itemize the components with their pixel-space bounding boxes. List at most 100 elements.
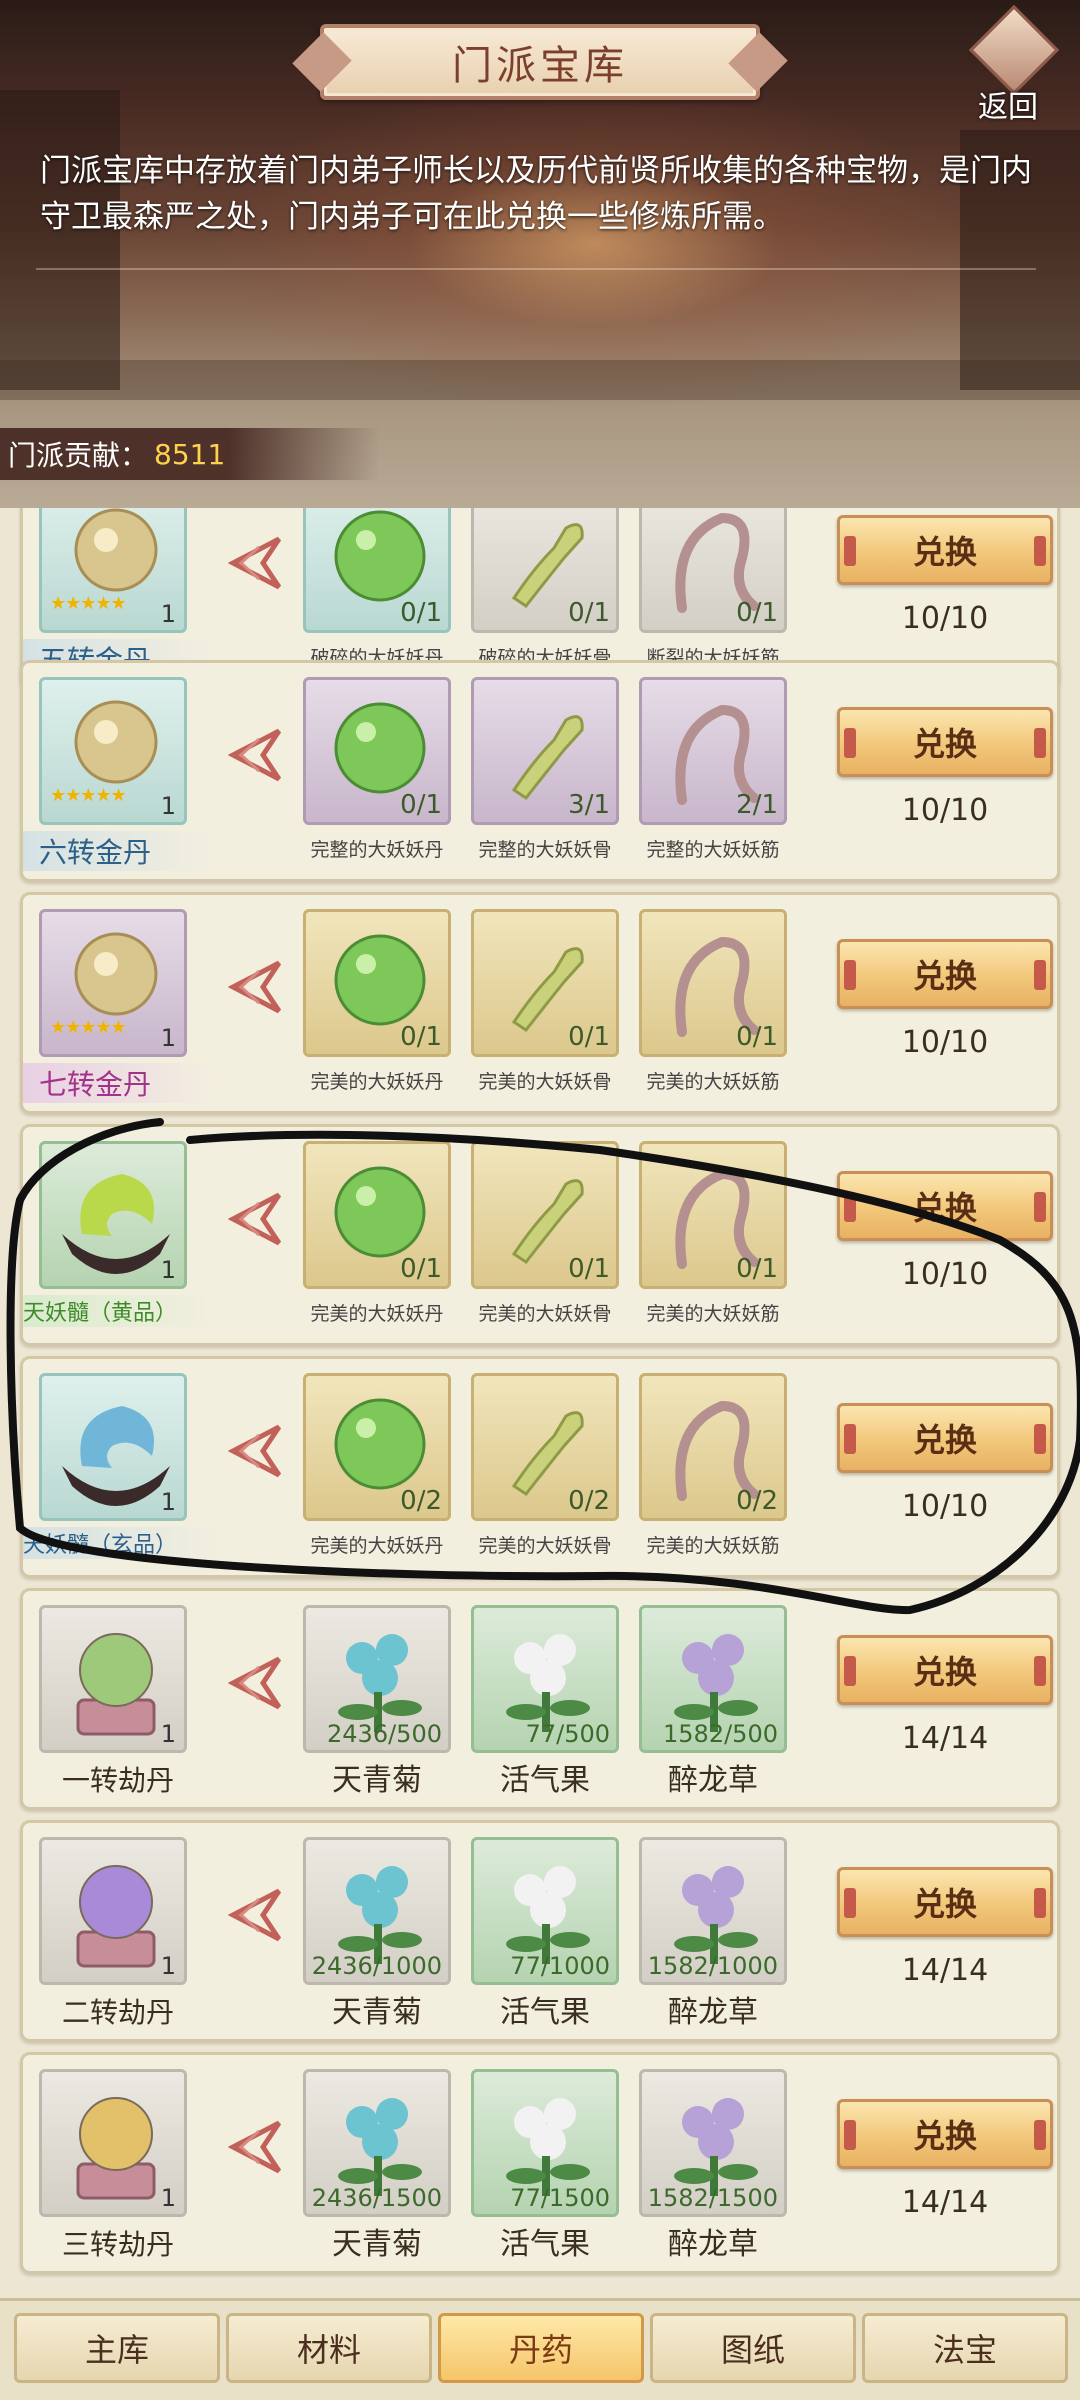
result-item-name: 二转劫丹 — [61, 1996, 174, 2029]
material-slot[interactable]: 1582/1000 — [639, 1837, 787, 1985]
material-slot[interactable]: 0/1 — [303, 508, 451, 633]
material-slot[interactable]: 2436/1000 — [303, 1837, 451, 1985]
exchange-limit: 14/14 — [901, 1953, 989, 1988]
material-slot[interactable]: 0/1 — [303, 677, 451, 825]
star-rating: ★★★★★ — [50, 593, 127, 614]
tab-materials[interactable]: 材料 — [226, 2313, 432, 2383]
material-slot[interactable]: 0/1 — [471, 508, 619, 633]
exchange-button[interactable]: 兑换 — [837, 1635, 1053, 1705]
floor-decor — [0, 360, 1080, 400]
result-count: 1 — [160, 1720, 176, 1748]
result-item-slot[interactable]: 1 — [39, 1837, 187, 1985]
material-name: 醉龙草 — [668, 1763, 758, 1798]
material-slot[interactable]: 1582/500 — [639, 1605, 787, 1753]
material-count: 2436/1500 — [311, 2184, 442, 2212]
result-count: 1 — [160, 1952, 176, 1980]
exchange-card: ★★★★★ 1 七转金丹 0/1 完美的大妖妖丹 0/1 完美的大妖妖骨 0/1 完美的大妖妖… — [20, 892, 1060, 1114]
material-name: 完美的大妖妖筋 — [646, 1303, 780, 1325]
material-slot[interactable]: 2436/500 — [303, 1605, 451, 1753]
material-slot[interactable]: 0/1 — [639, 909, 787, 1057]
divider — [36, 268, 1036, 270]
material-count: 0/1 — [568, 1254, 610, 1284]
exchange-button[interactable]: 兑换 — [837, 707, 1053, 777]
tab-main[interactable]: 主库 — [14, 2313, 220, 2383]
result-item-slot[interactable]: 1 — [39, 1141, 187, 1289]
result-count: 1 — [160, 792, 176, 820]
material-name: 完美的大妖妖筋 — [646, 1535, 780, 1557]
material-count: 0/1 — [400, 598, 442, 628]
result-item-slot[interactable]: 1 — [39, 1373, 187, 1521]
material-slot[interactable]: 77/1500 — [471, 2069, 619, 2217]
exchange-limit: 10/10 — [901, 793, 989, 828]
star-rating: ★★★★★ — [50, 1017, 127, 1038]
exchange-arrow-icon — [227, 1192, 282, 1246]
material-slot[interactable]: 77/1000 — [471, 1837, 619, 1985]
material-slot[interactable]: 0/1 — [471, 1141, 619, 1289]
material-slot[interactable]: 0/1 — [471, 909, 619, 1057]
material-slot[interactable]: 1582/1500 — [639, 2069, 787, 2217]
exchange-limit: 14/14 — [901, 2185, 989, 2220]
material-count: 2436/500 — [327, 1720, 442, 1748]
material-name: 完整的大妖妖丹 — [310, 839, 444, 861]
material-slot[interactable]: 3/1 — [471, 677, 619, 825]
material-count: 77/500 — [525, 1720, 610, 1748]
material-count: 0/2 — [400, 1486, 442, 1516]
material-slot[interactable]: 0/1 — [639, 1141, 787, 1289]
back-button[interactable]: 返回 — [960, 4, 1070, 125]
material-count: 0/1 — [568, 1022, 610, 1052]
bottom-tabbar: 主库 材料 丹药 图纸 法宝 — [0, 2298, 1080, 2400]
material-name: 完美的大妖妖丹 — [310, 1535, 444, 1557]
result-item-name: 一转劫丹 — [61, 1764, 174, 1797]
exchange-button[interactable]: 兑换 — [837, 939, 1053, 1009]
exchange-arrow-icon — [227, 2120, 282, 2174]
exchange-button[interactable]: 兑换 — [837, 1171, 1053, 1241]
exchange-button[interactable]: 兑换 — [837, 1403, 1053, 1473]
material-slot[interactable]: 2/1 — [639, 677, 787, 825]
result-count: 1 — [160, 1488, 176, 1516]
exchange-button[interactable]: 兑换 — [837, 515, 1053, 585]
star-rating: ★★★★★ — [50, 785, 127, 806]
material-slot[interactable]: 0/2 — [639, 1373, 787, 1521]
result-item-slot[interactable]: ★★★★★ 1 — [39, 909, 187, 1057]
exchange-button[interactable]: 兑换 — [837, 2099, 1053, 2169]
result-item-slot[interactable]: 1 — [39, 1605, 187, 1753]
result-item-slot[interactable]: 1 — [39, 2069, 187, 2217]
result-item-name: 三转劫丹 — [61, 2228, 174, 2261]
material-slot[interactable]: 0/1 — [639, 508, 787, 633]
material-slot[interactable]: 0/1 — [303, 909, 451, 1057]
exchange-list[interactable]: ★★★★★1五转金丹 0/1破碎的大妖妖丹0/1破碎的大妖妖骨0/1断裂的大妖妖… — [0, 508, 1080, 2298]
material-name: 活气果 — [500, 1763, 590, 1798]
result-item-slot[interactable]: ★★★★★ 1 — [39, 677, 187, 825]
tab-pills[interactable]: 丹药 — [438, 2313, 644, 2383]
contribution-value: 8511 — [154, 437, 226, 471]
material-slot[interactable]: 0/2 — [471, 1373, 619, 1521]
material-name: 醉龙草 — [668, 1995, 758, 2030]
material-count: 2/1 — [736, 790, 778, 820]
result-count: 1 — [160, 1256, 176, 1284]
exchange-card: 1 天妖髓（黄品） 0/1 完美的大妖妖丹 0/1 完美的大妖妖骨 0/1 完美的大妖妖筋 兑… — [20, 1124, 1060, 1346]
material-name: 醉龙草 — [668, 2227, 758, 2262]
material-slot[interactable]: 0/1 — [303, 1141, 451, 1289]
result-item-slot[interactable]: ★★★★★ 1 — [39, 508, 187, 633]
material-name: 活气果 — [500, 1995, 590, 2030]
material-name: 完美的大妖妖丹 — [310, 1303, 444, 1325]
tab-treasures[interactable]: 法宝 — [862, 2313, 1068, 2383]
material-name: 完美的大妖妖骨 — [478, 1535, 612, 1557]
exchange-button[interactable]: 兑换 — [837, 1867, 1053, 1937]
exchange-limit: 10/10 — [901, 1489, 989, 1524]
exchange-card: 1 三转劫丹 2436/1500 天青菊 77/1500 活气果 1582/1500 醉… — [20, 2052, 1060, 2274]
material-count: 1582/1500 — [647, 2184, 778, 2212]
material-slot[interactable]: 77/500 — [471, 1605, 619, 1753]
tab-blueprints[interactable]: 图纸 — [650, 2313, 856, 2383]
exchange-card: 1 一转劫丹 2436/500 天青菊 77/500 活气果 1582/500 醉龙草 兑… — [20, 1588, 1060, 1810]
intro-text: 门派宝库中存放着门内弟子师长以及历代前贤所收集的各种宝物，是门内守卫最森严之处，… — [40, 153, 1032, 235]
material-name: 完美的大妖妖筋 — [646, 1071, 780, 1093]
material-slot[interactable]: 2436/1500 — [303, 2069, 451, 2217]
exchange-limit: 10/10 — [901, 601, 989, 636]
exchange-limit: 14/14 — [901, 1721, 989, 1756]
result-item-name: 天妖髓（玄品） — [23, 1527, 223, 1559]
material-name: 天青菊 — [332, 1763, 422, 1798]
material-name: 完美的大妖妖骨 — [478, 1071, 612, 1093]
material-slot[interactable]: 0/2 — [303, 1373, 451, 1521]
exchange-arrow-icon — [227, 960, 282, 1014]
